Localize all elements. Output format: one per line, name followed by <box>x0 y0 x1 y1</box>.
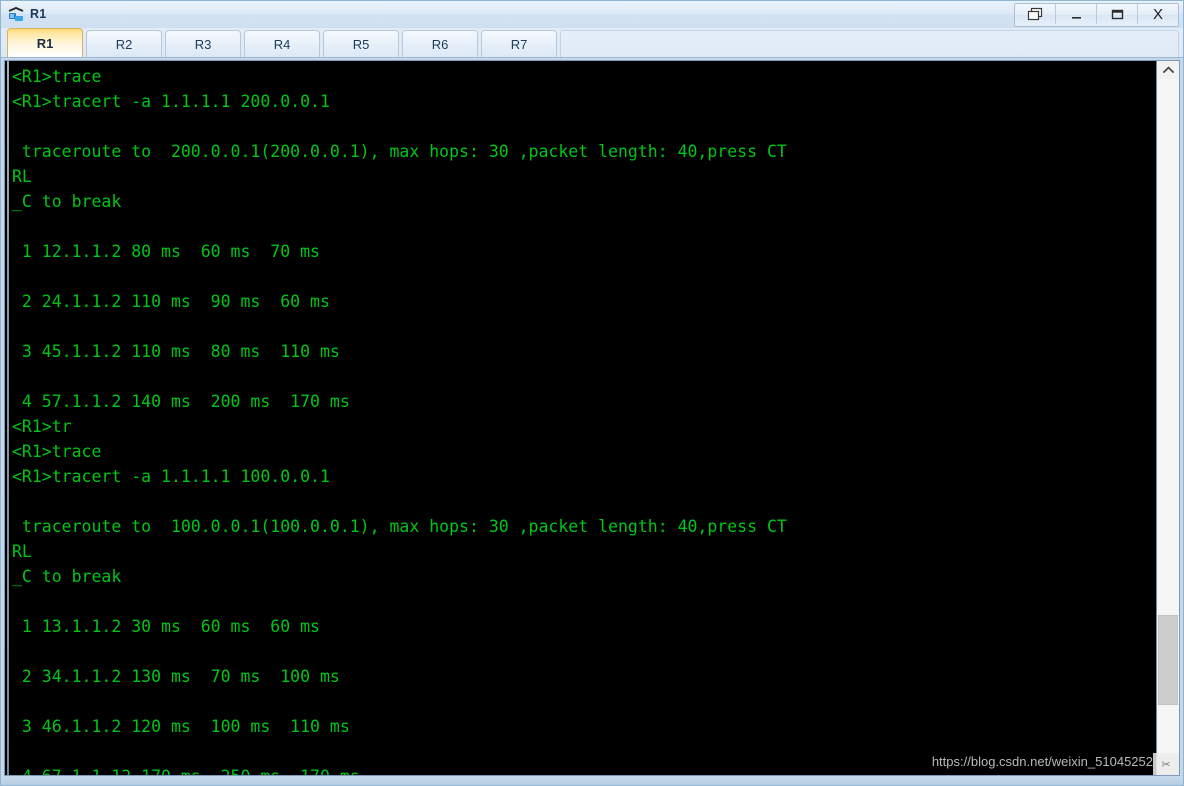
tab-r3[interactable]: R3 <box>165 30 241 57</box>
terminal-line: 2 24.1.1.2 110 ms 90 ms 60 ms <box>12 292 330 311</box>
terminal-line: RL <box>12 542 32 561</box>
terminal-output[interactable]: <R1>trace <R1>tracert -a 1.1.1.1 200.0.0.… <box>10 61 1156 775</box>
maximize-window-button[interactable] <box>1097 4 1138 24</box>
tab-label: R6 <box>431 36 449 52</box>
terminal-line: 3 45.1.1.2 110 ms 80 ms 110 ms <box>12 342 340 361</box>
restore-window-button[interactable] <box>1015 4 1056 24</box>
terminal-line: 2 34.1.1.2 130 ms 70 ms 100 ms <box>12 667 340 686</box>
terminal-line: 4 57.1.1.2 140 ms 200 ms 170 ms <box>12 392 350 411</box>
terminal-line: 1 13.1.1.2 30 ms 60 ms 60 ms <box>12 617 320 636</box>
terminal-line: RL <box>12 167 32 186</box>
window-title: R1 <box>30 7 47 21</box>
scrollbar-track[interactable] <box>1157 79 1179 775</box>
terminal-line: traceroute to 100.0.0.1(100.0.0.1), max … <box>12 517 787 536</box>
tab-label: R5 <box>352 36 370 52</box>
tab-label: R3 <box>194 36 212 52</box>
tab-r2[interactable]: R2 <box>86 30 162 57</box>
terminal-line: <R1>trace <box>12 442 102 461</box>
title-bar: R1 X <box>1 1 1183 28</box>
tab-strip: R1 R2 R3 R4 R5 R6 R7 <box>1 28 1183 58</box>
terminal-line: <R1>tracert -a 1.1.1.1 200.0.0.1 <box>12 92 330 111</box>
terminal-line: <R1>tr <box>12 417 72 436</box>
close-icon: X <box>1152 5 1163 23</box>
terminal-line: traceroute to 200.0.0.1(200.0.0.1), max … <box>12 142 787 161</box>
tab-label: R2 <box>115 36 133 52</box>
close-window-button[interactable]: X <box>1138 4 1178 24</box>
terminal-line: 1 12.1.1.2 80 ms 60 ms 70 ms <box>12 242 320 261</box>
tab-r7[interactable]: R7 <box>481 30 557 57</box>
tab-r4[interactable]: R4 <box>244 30 320 57</box>
terminal-console[interactable]: <R1>trace <R1>tracert -a 1.1.1.1 200.0.0.… <box>4 60 1156 776</box>
terminal-line: 3 46.1.1.2 120 ms 100 ms 110 ms <box>12 717 350 736</box>
tab-label: R7 <box>510 36 528 52</box>
terminal-line: <R1>tracert -a 1.1.1.1 100.0.0.1 <box>12 467 330 486</box>
tab-r6[interactable]: R6 <box>402 30 478 57</box>
minimize-window-button[interactable] <box>1056 4 1097 24</box>
scrollbar-thumb[interactable] <box>1158 615 1178 705</box>
terminal-line: _C to break <box>12 567 122 586</box>
chevron-up-icon <box>1162 66 1174 74</box>
tab-label: R1 <box>36 35 54 51</box>
router-icon <box>7 6 25 24</box>
terminal-line: 4 67.1.1.12 170 ms 250 ms 170 ms <box>12 764 1156 775</box>
terminal-area: <R1>trace <R1>tracert -a 1.1.1.1 200.0.0.… <box>1 58 1183 779</box>
terminal-line: _C to break <box>12 192 122 211</box>
tab-r5[interactable]: R5 <box>323 30 399 57</box>
window-controls: X <box>1014 3 1179 27</box>
scroll-up-button[interactable] <box>1157 61 1179 79</box>
terminal-window: R1 X R1 R2 R3 R4 R5 R6 R7 <R1>trace <R1>… <box>0 0 1184 786</box>
terminal-scrollbar[interactable] <box>1156 60 1180 776</box>
tab-label: R4 <box>273 36 291 52</box>
terminal-line: <R1>trace <box>12 67 102 86</box>
tab-strip-empty-area <box>560 30 1179 57</box>
window-bottom-frame <box>1 779 1183 785</box>
tab-r1[interactable]: R1 <box>7 28 83 57</box>
